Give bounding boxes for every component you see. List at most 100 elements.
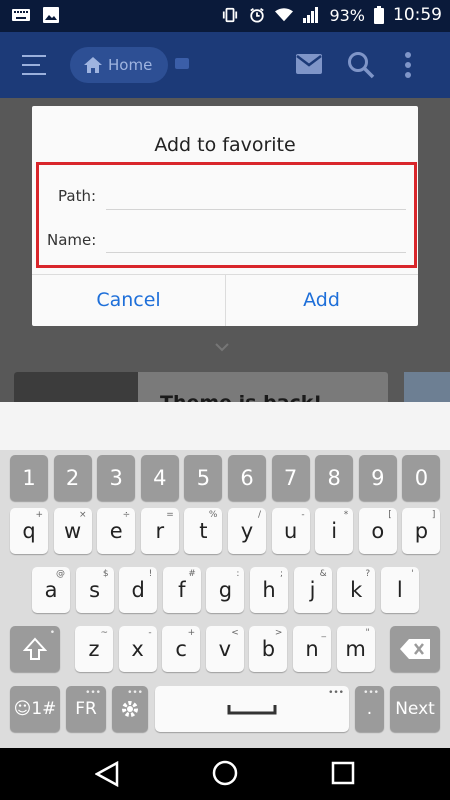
space-bar-icon [227, 705, 277, 715]
key-o[interactable]: o[ [358, 508, 397, 554]
key-n-label: n [305, 637, 319, 661]
add-button[interactable]: Add [225, 274, 418, 326]
key-4[interactable]: 4 [140, 455, 179, 501]
home-breadcrumb[interactable]: Home [70, 47, 168, 83]
key-z[interactable]: z ~ [75, 626, 113, 672]
back-icon[interactable] [95, 761, 119, 787]
key-x-label: x [131, 637, 144, 661]
key-m[interactable]: m " [336, 626, 375, 672]
key-7-label: 7 [283, 466, 298, 490]
battery-percent: 93% [329, 5, 365, 25]
key-c[interactable]: c + [162, 626, 201, 672]
key-s[interactable]: s $ [75, 567, 114, 613]
navigation-bar [0, 748, 450, 800]
recent-apps-icon[interactable] [331, 761, 355, 785]
backspace-key[interactable] [390, 626, 440, 672]
more-options-icon[interactable] [404, 52, 412, 78]
key-8[interactable]: 8 [315, 455, 354, 501]
app-bar: Home [0, 32, 450, 98]
key-q[interactable]: q + [10, 508, 48, 554]
news-card[interactable]: Theme is back! [14, 372, 388, 402]
key-r[interactable]: r = [140, 508, 179, 554]
key-g-hint: : [236, 569, 240, 579]
image-notification-icon [43, 7, 59, 23]
key-b-hint: > [274, 628, 283, 638]
key-i-label: i [331, 519, 338, 543]
key-k-label: k [350, 578, 363, 602]
key-9[interactable]: 9 [358, 455, 397, 501]
key-7[interactable]: 7 [271, 455, 310, 501]
emoji-symbols-key[interactable]: ☺1# [10, 686, 60, 732]
key-j[interactable]: j & [293, 567, 332, 613]
clock: 10:59 [393, 5, 442, 25]
key-t-label: t [199, 519, 208, 543]
key-3[interactable]: 3 [97, 455, 136, 501]
path-input[interactable] [106, 187, 406, 210]
next-key[interactable]: Next [390, 686, 440, 732]
search-icon[interactable] [347, 51, 375, 79]
home-nav-icon[interactable] [212, 760, 238, 786]
key-i[interactable]: i * [315, 508, 354, 554]
key-t[interactable]: t% [184, 508, 223, 554]
key-1[interactable]: 1 [10, 455, 48, 501]
name-label: Name: [47, 231, 97, 249]
shift-icon [23, 637, 47, 660]
key-u[interactable]: u- [271, 508, 310, 554]
status-bar: 93% 10:59 [0, 0, 450, 32]
key-p-label: p [414, 519, 429, 543]
home-icon [84, 57, 102, 73]
key-y[interactable]: y / [228, 508, 266, 554]
key-l-hint: ' [411, 569, 414, 579]
key-w[interactable]: w × [53, 508, 92, 554]
key-8-label: 8 [327, 466, 341, 490]
key-a[interactable]: a @ [32, 567, 70, 613]
key-6-label: 6 [240, 466, 254, 490]
key-f[interactable]: f # [162, 567, 201, 613]
key-p[interactable]: p] [402, 508, 441, 554]
key-g[interactable]: g: [206, 567, 245, 613]
key-e-label: e [109, 519, 123, 543]
key-s-label: s [89, 578, 101, 602]
key-0-label: 0 [414, 466, 429, 490]
mail-icon[interactable] [296, 54, 322, 74]
key-p-hint: ] [431, 510, 436, 520]
settings-key[interactable]: ••• [112, 686, 148, 732]
shift-key[interactable]: • [10, 626, 60, 672]
key-m-label: m [345, 637, 366, 661]
key-h-hint: ; [279, 569, 283, 579]
key-k[interactable]: k? [337, 567, 376, 613]
space-key[interactable]: ••• [155, 686, 349, 732]
key-1-label: 1 [22, 466, 36, 490]
key-s-hint: $ [102, 569, 109, 579]
name-input[interactable] [106, 230, 406, 253]
key-i-hint: * [343, 510, 349, 520]
key-l[interactable]: l ' [380, 567, 419, 613]
period-key[interactable]: . ••• [355, 686, 384, 732]
key-x[interactable]: x- [118, 626, 157, 672]
key-n[interactable]: n _ [293, 626, 331, 672]
key-6[interactable]: 6 [228, 455, 266, 501]
chevron-down-icon[interactable] [215, 340, 229, 354]
key-0[interactable]: 0 [402, 455, 441, 501]
key-y-label: y [240, 519, 254, 543]
path-label: Path: [58, 187, 97, 205]
key-v[interactable]: v < [205, 626, 244, 672]
key-5[interactable]: 5 [184, 455, 223, 501]
language-key[interactable]: FR ••• [66, 686, 106, 732]
key-e[interactable]: e ÷ [97, 508, 136, 554]
key-h[interactable]: h; [250, 567, 288, 613]
news-card-secondary[interactable] [404, 372, 450, 402]
menu-icon[interactable] [22, 55, 46, 75]
chat-icon [175, 58, 189, 69]
keyboard-suggestion-bar [0, 402, 450, 451]
key-x-hint: - [148, 628, 152, 638]
key-b-label: b [261, 637, 276, 661]
key-e-hint: ÷ [122, 510, 131, 520]
key-2[interactable]: 2 [53, 455, 92, 501]
cancel-button[interactable]: Cancel [32, 274, 225, 326]
alarm-icon [250, 8, 265, 23]
key-h-label: h [262, 578, 276, 602]
key-d[interactable]: d! [119, 567, 158, 613]
key-b[interactable]: b > [249, 626, 288, 672]
vibrate-icon [223, 7, 238, 23]
